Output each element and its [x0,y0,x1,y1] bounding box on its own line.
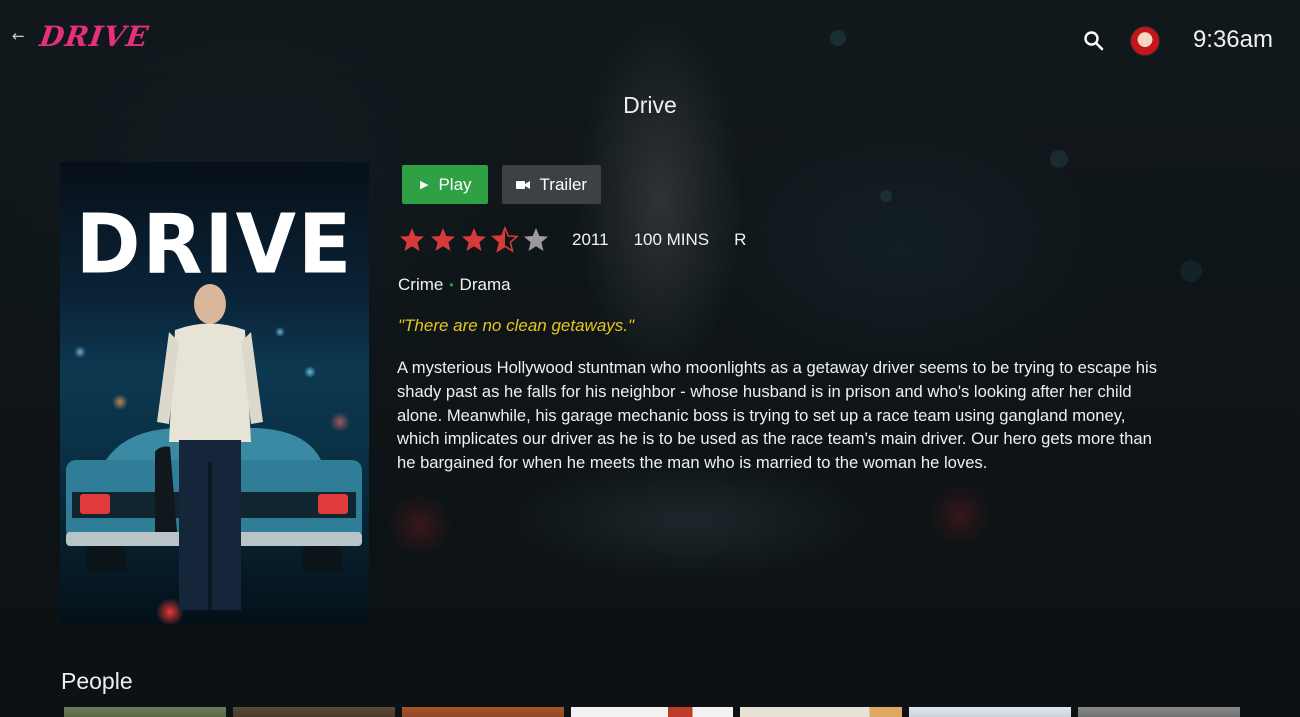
person-card[interactable] [233,707,395,717]
movie-poster: DRIVE [60,162,369,624]
genre-item: Drama [459,275,511,294]
back-button[interactable]: ← [12,27,25,45]
video-camera-icon [515,180,530,189]
meta-row: 2011 100 MINS R [398,226,771,254]
arrow-left-icon: ← [12,27,25,45]
play-icon: ▶ [420,179,429,191]
release-year: 2011 [572,230,609,249]
genre-list: Crime • Drama [398,275,511,295]
page-title: Drive [623,92,677,118]
genre-item: Crime [398,275,444,294]
star-full-icon [431,228,455,251]
tagline: "There are no clean getaways." [398,316,635,335]
people-section-title: People [61,668,133,694]
trailer-button[interactable]: Trailer [501,165,602,204]
play-button[interactable]: ▶ Play [402,165,488,204]
content-rating: R [734,230,747,249]
star-rating [398,226,550,254]
play-label: Play [438,174,472,194]
person-card[interactable] [740,707,902,717]
search-button[interactable] [1082,29,1106,53]
runtime: 100 MINS [633,230,710,249]
star-empty-icon [524,228,548,251]
star-full-icon [462,228,486,251]
action-bar: ▶ Play Trailer [402,165,602,204]
app-logo[interactable]: DRIVE [38,20,151,53]
person-card[interactable] [402,707,564,717]
person-card[interactable] [571,707,733,717]
person-card[interactable] [64,707,226,717]
star-full-icon [400,228,424,251]
clock: 9:36am [1192,26,1273,53]
trailer-label: Trailer [539,174,588,194]
poster-figure [155,284,263,610]
search-icon [1084,31,1104,51]
person-card[interactable] [909,707,1071,717]
people-row [64,707,1240,717]
user-avatar[interactable] [1130,26,1160,56]
genre-separator: • [449,278,454,292]
star-half-icon [491,226,519,253]
summary: A mysterious Hollywood stuntman who moon… [397,358,1157,473]
person-card[interactable] [1078,707,1240,717]
